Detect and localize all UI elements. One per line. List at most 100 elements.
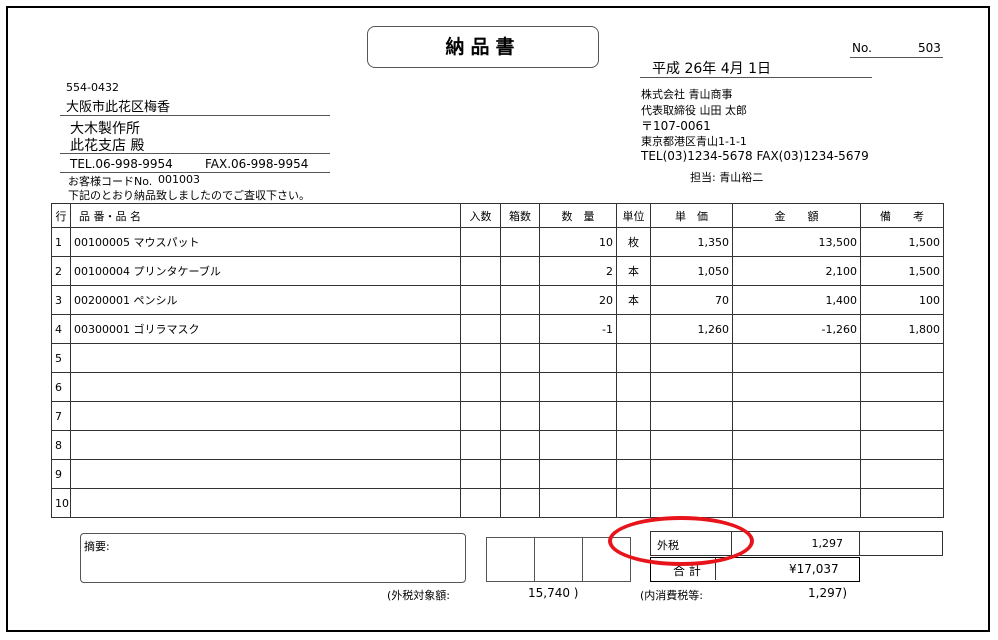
cell-hakosu: [500, 227, 540, 257]
cell-hakosu: [500, 285, 540, 315]
table-row: 6: [51, 372, 944, 402]
date-underline: [640, 77, 872, 78]
cell-unit: 本: [616, 256, 651, 286]
cell-price: [650, 372, 733, 402]
cell-note: 100: [860, 285, 944, 315]
cell-irisu: [460, 430, 501, 460]
outside-tax-note-cell: [859, 531, 943, 556]
cell-hakosu: [500, 343, 540, 373]
stamp-box-2: [534, 537, 583, 582]
customer-fax: FAX.06-998-9954: [205, 157, 309, 171]
header-code-name: 品 番・品 名: [70, 203, 461, 228]
document-number-value: 503: [918, 41, 941, 55]
cell-row-no: 4: [51, 314, 71, 344]
header-amount: 金 額: [732, 203, 861, 228]
cell-unit: 枚: [616, 227, 651, 257]
cell-unit: [616, 372, 651, 402]
issuer-tel-fax: TEL(03)1234-5678 FAX(03)1234-5679: [641, 149, 869, 163]
table-row: 10: [51, 488, 944, 518]
cell-price: [650, 488, 733, 518]
header-irisu: 入数: [460, 203, 501, 228]
table-row: 5: [51, 343, 944, 373]
cell-price: [650, 459, 733, 489]
cell-hakosu: [500, 256, 540, 286]
customer-address: 大阪市此花区梅香: [66, 100, 171, 115]
cell-amount: [732, 488, 861, 518]
inner-tax-label: (内消費税等:: [640, 589, 703, 602]
cell-price: 70: [650, 285, 733, 315]
header-hakosu: 箱数: [500, 203, 540, 228]
customer-underline: [60, 153, 330, 154]
cell-amount: [732, 459, 861, 489]
cell-price: 1,350: [650, 227, 733, 257]
table-row: 3 00200001 ペンシル 20 本 70 1,400 100: [51, 285, 944, 315]
cell-hakosu: [500, 488, 540, 518]
cell-irisu: [460, 372, 501, 402]
header-row-no: 行: [51, 203, 71, 228]
cell-row-no: 8: [51, 430, 71, 460]
cell-hakosu: [500, 430, 540, 460]
cell-code-name: [70, 401, 461, 431]
memo-label: 摘要:: [84, 540, 110, 553]
cell-irisu: [460, 459, 501, 489]
delivery-notice: 下記のとおり納品致しましたのでご査収下さい。: [68, 189, 310, 202]
cell-amount: [732, 343, 861, 373]
cell-irisu: [460, 227, 501, 257]
cell-qty: [539, 488, 617, 518]
customer-code-value: 001003: [158, 173, 200, 186]
cell-row-no: 6: [51, 372, 71, 402]
cell-code-name: 00300001 ゴリラマスク: [70, 314, 461, 344]
cell-code-name: 00100004 プリンタケーブル: [70, 256, 461, 286]
cell-irisu: [460, 256, 501, 286]
table-header-row: 行 品 番・品 名 入数 箱数 数 量 単位 単 価 金 額 備 考: [51, 203, 944, 228]
cell-qty: [539, 459, 617, 489]
outside-tax-value: 1,297: [811, 537, 844, 550]
document-title: 納品書: [367, 26, 599, 68]
issuer-company: 株式会社 青山商事: [641, 88, 733, 101]
table-row: 7: [51, 401, 944, 431]
header-unit: 単位: [616, 203, 651, 228]
cell-note: 1,500: [860, 227, 944, 257]
cell-qty: [539, 430, 617, 460]
cell-amount: [732, 401, 861, 431]
cell-unit: [616, 459, 651, 489]
cell-price: 1,050: [650, 256, 733, 286]
cell-amount: -1,260: [732, 314, 861, 344]
cell-qty: [539, 401, 617, 431]
cell-code-name: [70, 372, 461, 402]
customer-postal: 554-0432: [66, 81, 119, 94]
cell-irisu: [460, 343, 501, 373]
cell-code-name: [70, 430, 461, 460]
cell-code-name: [70, 488, 461, 518]
cell-price: 1,260: [650, 314, 733, 344]
cell-qty: 10: [539, 227, 617, 257]
table-row: 2 00100004 プリンタケーブル 2 本 1,050 2,100 1,500: [51, 256, 944, 286]
cell-note: [860, 430, 944, 460]
issuer-postal: 〒107-0061: [641, 119, 711, 133]
cell-row-no: 9: [51, 459, 71, 489]
document-number-label: No.: [852, 41, 872, 55]
cell-irisu: [460, 285, 501, 315]
cell-code-name: 00200001 ペンシル: [70, 285, 461, 315]
cell-note: [860, 488, 944, 518]
cell-hakosu: [500, 372, 540, 402]
cell-qty: 20: [539, 285, 617, 315]
cell-irisu: [460, 401, 501, 431]
cell-unit: [616, 488, 651, 518]
customer-branch: 此花支店 殿: [70, 138, 145, 154]
cell-irisu: [460, 314, 501, 344]
total-value: ¥17,037: [789, 562, 839, 576]
cell-row-no: 7: [51, 401, 71, 431]
table-row: 1 00100005 マウスパット 10 枚 1,350 13,500 1,500: [51, 227, 944, 257]
cell-row-no: 3: [51, 285, 71, 315]
inner-tax-value: 1,297): [808, 586, 848, 600]
customer-tel: TEL.06-998-9954: [70, 157, 173, 171]
memo-box: 摘要:: [80, 533, 466, 583]
issuer-representative: 代表取締役 山田 太郎: [641, 104, 747, 117]
cell-unit: 本: [616, 285, 651, 315]
number-underline: [850, 57, 943, 58]
cell-row-no: 5: [51, 343, 71, 373]
cell-hakosu: [500, 314, 540, 344]
cell-note: [860, 401, 944, 431]
items-table: 行 品 番・品 名 入数 箱数 数 量 単位 単 価 金 額 備 考 1 0010…: [51, 203, 944, 518]
